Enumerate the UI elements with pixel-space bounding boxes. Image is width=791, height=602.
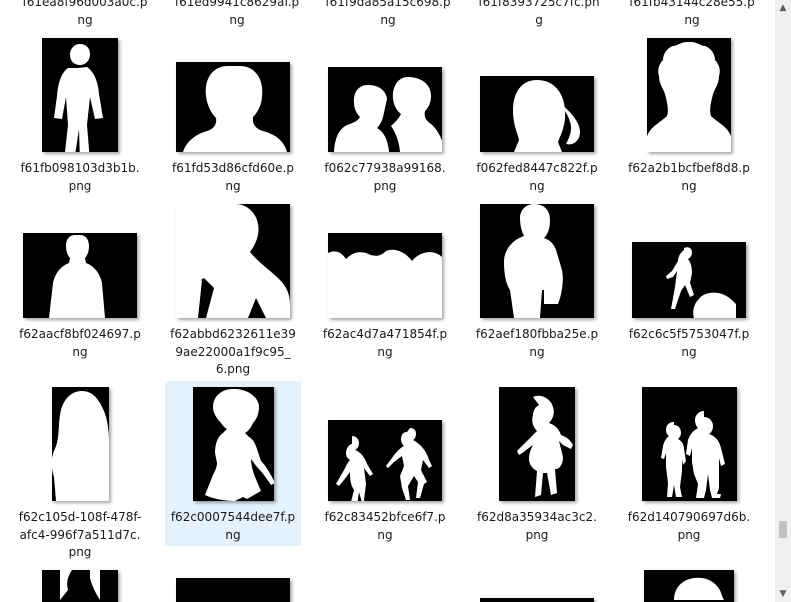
file-name-label[interactable]: f62a2b1bcfbef8d8.png [626,160,752,195]
file-thumbnail[interactable] [52,387,109,501]
silhouette-icon [54,44,103,152]
file-thumbnail[interactable] [480,204,594,318]
file-name-line: f61f8393725c7fc.pn [478,0,600,9]
file-name-label: f61ed9941c8629af.p ng [170,0,304,29]
file-name-line: f61ed9941c8629af.p [174,0,300,9]
silhouette-icon [334,77,442,152]
scrollbar-thumb[interactable] [779,521,787,538]
file-name-label: f61f8393725c7fc.pn g [472,0,606,29]
file-name-label[interactable]: f62c105d-108f-478f-afc4-996f7a511d7c.png [17,509,143,562]
silhouette-icon [52,391,109,501]
silhouette-icon [328,249,442,318]
file-name-label[interactable]: f61fb098103d3b1b.png [17,160,143,195]
file-name-label[interactable]: f62ac4d7a471854f.png [322,326,448,361]
silhouette-icon [176,578,290,602]
file-name-line: g [535,12,543,27]
silhouette-icon [666,247,736,318]
silhouette-icon [504,204,563,318]
file-thumbnail[interactable] [642,387,737,501]
file-name-label[interactable]: f61fd53d86cfd60e.png [170,160,296,195]
silhouette-icon [674,577,724,600]
silhouette-icon [517,395,573,497]
file-name-label[interactable]: f062c77938a99168.png [322,160,448,195]
file-thumbnail[interactable] [176,62,290,152]
file-name-label[interactable]: f62c0007544dee7f.png [170,509,296,544]
file-name-label[interactable]: f62d8a35934ac3c2.png [474,509,600,544]
file-name-line: ng [229,12,245,27]
file-thumbnail[interactable] [632,242,746,318]
file-name-label[interactable]: f62c83452bfce6f7.png [322,509,448,544]
file-name-label[interactable]: f62aef180fbba25e.png [474,326,600,361]
file-thumbnail[interactable] [328,233,442,318]
file-grid: f61ea8f96d003a0c.p ng f61ed9941c8629af.p ng… [0,0,775,602]
silhouette-icon [647,42,731,152]
file-name-line: ng [77,12,93,27]
file-thumbnail[interactable] [328,67,442,152]
file-name-label[interactable]: f62d140790697d6b.png [626,509,752,544]
file-name-line: f61f9da85a15c698.p [325,0,451,9]
silhouette-icon [183,66,287,152]
file-name-line: ng [684,12,700,27]
file-name-label: f61f9da85a15c698.p ng [321,0,455,29]
file-name-line: f61fb43144c28e55.p [629,0,755,9]
file-thumbnail[interactable] [42,38,118,152]
file-name-label: f61ea8f96d003a0c.p ng [18,0,152,29]
silhouette-icon [176,204,290,318]
file-thumbnail[interactable] [176,204,290,318]
file-thumbnail[interactable] [480,76,594,152]
silhouette-icon [205,389,274,501]
file-thumbnail[interactable] [176,578,290,602]
silhouette-icon [49,235,105,318]
file-name-label: f61fb43144c28e55.p ng [625,0,759,29]
scroll-up-arrow-icon[interactable]: ▲ [775,0,791,16]
file-thumbnail[interactable] [193,387,274,501]
silhouette-icon [661,411,725,498]
silhouette-icon [480,598,594,602]
file-thumbnail[interactable] [23,233,137,318]
file-thumbnail[interactable] [328,420,442,501]
file-thumbnail[interactable] [647,38,731,152]
file-thumbnail[interactable] [42,570,118,602]
file-thumbnail[interactable] [499,387,575,501]
vertical-scrollbar[interactable]: ▲ ▼ [775,0,791,602]
file-thumbnail[interactable] [644,570,734,602]
file-name-label[interactable]: f62abbd6232611e399ae22000a1f9c95_6.png [170,326,296,379]
silhouette-icon [513,80,580,152]
silhouette-icon [60,570,100,600]
scroll-down-arrow-icon[interactable]: ▼ [775,586,791,602]
file-name-label[interactable]: f062fed8447c822f.png [474,160,600,195]
file-thumbnail[interactable] [480,598,594,602]
file-name-label[interactable]: f62aacf8bf024697.png [17,326,143,361]
silhouette-icon [336,428,432,501]
file-name-label[interactable]: f62c6c5f5753047f.png [626,326,752,361]
file-name-line: f61ea8f96d003a0c.p [22,0,148,9]
file-name-line: ng [380,12,396,27]
